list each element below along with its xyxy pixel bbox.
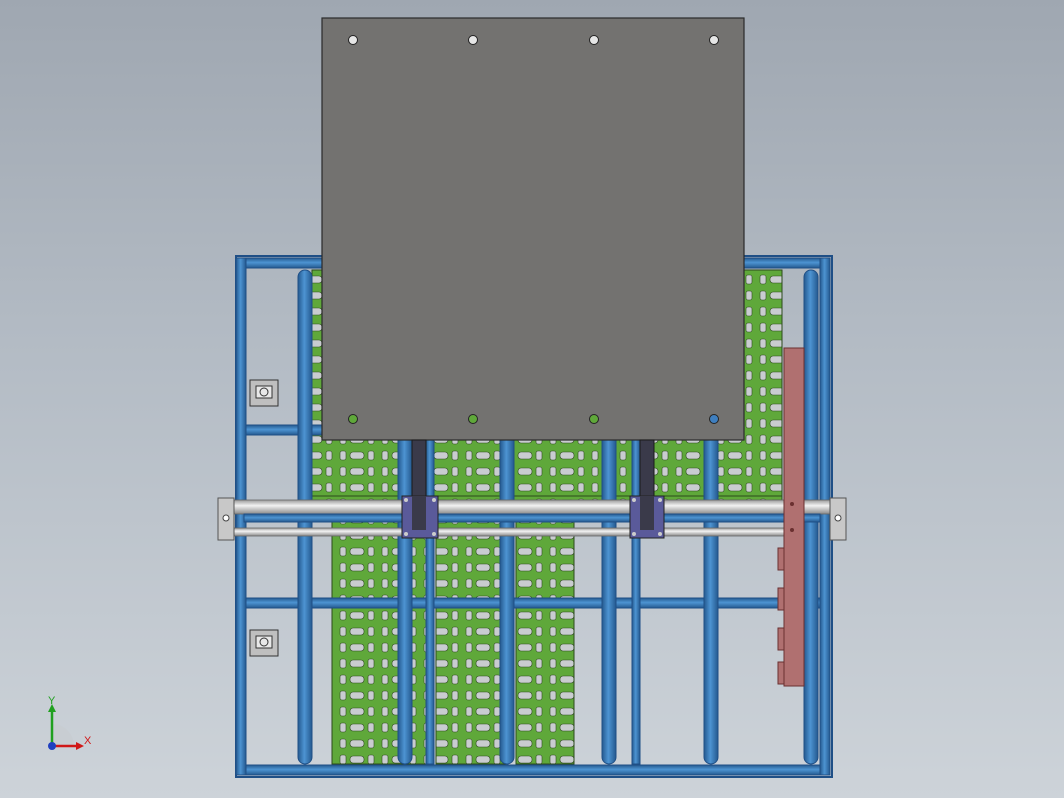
mount-hole	[589, 35, 599, 45]
mount-hole	[709, 35, 719, 45]
coordinate-triad: Y X	[36, 696, 106, 760]
cad-viewport[interactable]: Y X	[0, 0, 1064, 798]
mount-hole	[468, 35, 478, 45]
assembly-model[interactable]	[0, 0, 1064, 798]
x-axis-label: X	[84, 735, 92, 747]
guide-rod[interactable]	[217, 497, 847, 541]
z-axis-dot	[48, 742, 56, 750]
y-axis-label: Y	[48, 695, 56, 707]
cable-tray-left-lower[interactable]	[331, 511, 429, 765]
cable-tray-mid-lower[interactable]	[435, 511, 507, 765]
pipe-clamp-upper[interactable]	[249, 379, 279, 407]
mount-hole	[468, 414, 478, 424]
mount-hole	[348, 414, 358, 424]
cable-tray-right-lower[interactable]	[515, 511, 575, 765]
mount-hole	[589, 414, 599, 424]
pipe-clamp-lower[interactable]	[249, 629, 279, 657]
mount-hole	[348, 35, 358, 45]
mount-hole	[709, 414, 719, 424]
top-cover-plate[interactable]	[321, 17, 745, 441]
